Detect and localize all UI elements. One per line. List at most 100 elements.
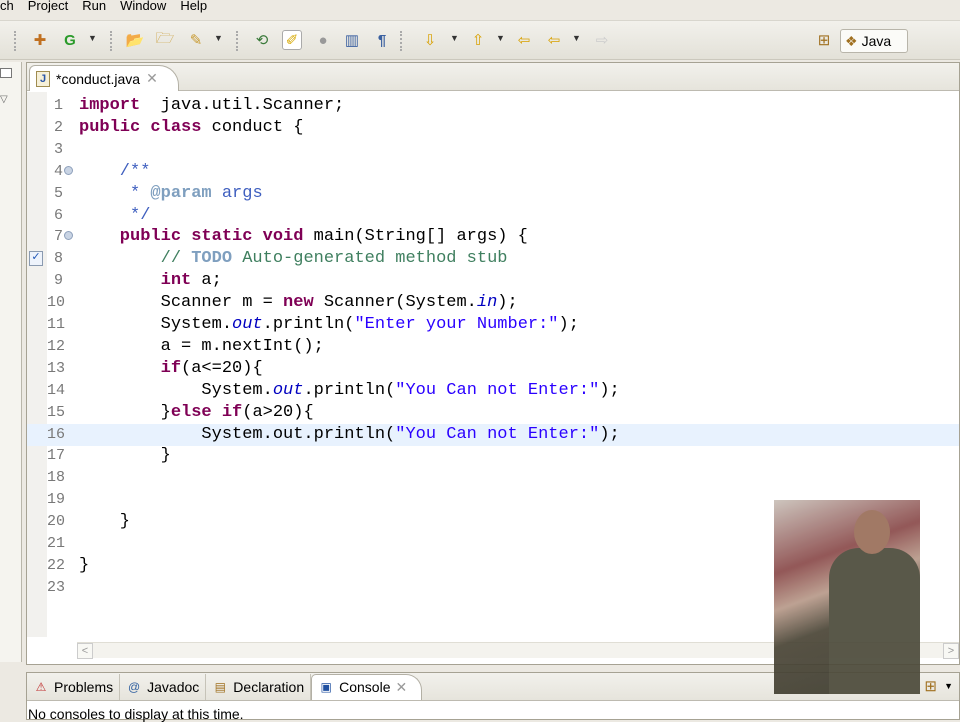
menu-help[interactable]: Help: [180, 0, 215, 17]
run-last-icon[interactable]: ⟲: [252, 30, 272, 50]
fold-toggle-icon[interactable]: [64, 165, 73, 175]
menu-window[interactable]: Window: [120, 0, 174, 17]
code-token: *: [79, 183, 151, 203]
code-line[interactable]: 8 ✓ // TODO Auto-generated method stub: [27, 248, 959, 270]
code-line[interactable]: 4 /**: [27, 161, 959, 183]
code-line[interactable]: 13 if(a<=20){: [27, 358, 959, 380]
toggle-breadcrumb-icon[interactable]: ●: [313, 30, 333, 50]
open-console-icon[interactable]: ⊞: [924, 677, 937, 695]
code-line[interactable]: 6 */: [27, 205, 959, 227]
tab-declaration[interactable]: ▤ Declaration: [206, 673, 312, 700]
toolbar-separator: [400, 31, 402, 51]
mark-occurrences-icon[interactable]: ✐: [282, 30, 302, 50]
line-number: 5: [53, 184, 63, 202]
tab-label: Problems: [54, 678, 114, 695]
code-text: a = m.nextInt();: [79, 336, 324, 358]
close-icon[interactable]: ✕: [146, 70, 158, 87]
code-token: @param: [150, 183, 212, 203]
code-line[interactable]: 7 public static void main(String[] args)…: [27, 226, 959, 248]
webcam-overlay: [774, 500, 920, 694]
next-annotation-icon[interactable]: ⇩: [420, 30, 440, 50]
code-line[interactable]: 12 a = m.nextInt();: [27, 336, 959, 358]
chevron-down-icon[interactable]: ▼: [450, 33, 459, 43]
code-text: * @param args: [79, 183, 263, 205]
code-token: );: [497, 293, 518, 313]
chevron-down-icon[interactable]: ▼: [214, 33, 223, 43]
code-line[interactable]: 1 import java.util.Scanner;: [27, 95, 959, 117]
scroll-right-icon[interactable]: >: [943, 643, 959, 659]
chevron-down-icon[interactable]: ▼: [496, 33, 505, 43]
java-perspective-icon: ❖: [845, 32, 858, 49]
tab-problems[interactable]: ⚠ Problems: [27, 673, 121, 700]
chevron-down-icon[interactable]: ▼: [572, 33, 581, 43]
tab-conduct-java[interactable]: J *conduct.java ✕: [29, 65, 179, 91]
back-icon[interactable]: ⇦: [544, 30, 564, 50]
code-line[interactable]: 3: [27, 139, 959, 161]
editor-tab-bar: J *conduct.java ✕: [27, 63, 959, 91]
code-token: );: [599, 380, 620, 400]
code-line[interactable]: 5 * @param args: [27, 183, 959, 205]
code-text: System.out.println("Enter your Number:")…: [79, 314, 579, 336]
close-icon[interactable]: ✕: [396, 679, 408, 696]
chevron-down-icon[interactable]: ▼: [944, 681, 953, 691]
show-whitespace-icon[interactable]: ▥: [342, 30, 362, 50]
tab-label: Javadoc: [147, 678, 200, 695]
code-line[interactable]: 11 System.out.println("Enter your Number…: [27, 314, 959, 336]
line-number: 16: [47, 425, 66, 443]
code-line[interactable]: 15 }else if(a>20){: [27, 402, 959, 424]
left-panel-minimized[interactable]: ▽: [0, 62, 22, 662]
menu-search[interactable]: ch: [0, 0, 22, 17]
view-menu-icon[interactable]: ▽: [0, 94, 8, 105]
line-number: 21: [47, 535, 66, 552]
code-text: System.out.println("You Can not Enter:")…: [79, 380, 620, 402]
code-token: "You Can not Enter:": [395, 380, 600, 400]
menu-project[interactable]: Project: [28, 0, 76, 17]
pilcrow-icon[interactable]: ¶: [372, 30, 392, 50]
open-type-icon[interactable]: 📂: [125, 30, 145, 50]
perspective-label: Java: [861, 33, 892, 49]
forward-icon[interactable]: ⇨: [592, 30, 612, 50]
code-token: (a>20){: [242, 402, 314, 422]
code-line[interactable]: 18: [27, 467, 959, 489]
last-edit-icon[interactable]: ⇦: [514, 30, 534, 50]
menu-run[interactable]: Run: [82, 0, 114, 17]
tab-javadoc[interactable]: @ Javadoc: [120, 673, 207, 700]
line-number: 2: [53, 118, 63, 136]
console-icon: ▣: [320, 680, 332, 694]
person-face: [854, 510, 890, 554]
search-icon[interactable]: ✎: [186, 30, 206, 50]
menu-bar: ch Project Run Window Help: [0, 0, 960, 17]
task-marker-icon[interactable]: ✓: [29, 251, 43, 267]
previous-annotation-icon[interactable]: ⇧: [468, 30, 488, 50]
open-folder-icon[interactable]: 🗁: [155, 30, 175, 50]
code-line[interactable]: 16 System.out.println("You Can not Enter…: [27, 423, 959, 446]
code-token: Auto-generated method stub: [232, 249, 508, 269]
scroll-left-icon[interactable]: <: [77, 643, 93, 659]
code-line[interactable]: 14 System.out.println("You Can not Enter…: [27, 380, 959, 402]
code-line[interactable]: 10 Scanner m = new Scanner(System.in);: [27, 292, 959, 314]
code-text: System.out.println("You Can not Enter:")…: [79, 424, 620, 446]
code-line[interactable]: 9 int a;: [27, 270, 959, 292]
console-status: No consoles to display at this time.: [28, 706, 244, 722]
code-token: if: [79, 358, 182, 378]
restore-icon[interactable]: [0, 68, 12, 78]
new-java-package-icon[interactable]: ✚: [30, 30, 50, 50]
java-perspective-button[interactable]: ❖ Java: [840, 29, 908, 53]
code-text: }: [79, 511, 130, 533]
new-class-icon[interactable]: G: [60, 30, 80, 50]
tab-label: Console: [339, 679, 391, 695]
code-token: Scanner(System.: [313, 293, 477, 313]
code-line[interactable]: 2 public class conduct {: [27, 117, 959, 139]
chevron-down-icon[interactable]: ▼: [88, 33, 97, 43]
code-token: );: [599, 424, 620, 444]
line-number: 1: [53, 97, 63, 114]
code-token: .println(: [262, 315, 355, 334]
code-line[interactable]: 17 }: [27, 445, 959, 467]
tab-console[interactable]: ▣ Console ✕: [311, 673, 423, 700]
code-token: /**: [79, 161, 151, 181]
code-text: public static void main(String[] args) {: [79, 226, 528, 248]
toolbar-separator: [14, 31, 16, 51]
fold-toggle-icon[interactable]: [64, 231, 73, 241]
open-perspective-icon[interactable]: ⊞: [814, 30, 834, 50]
code-token: public static void: [79, 227, 304, 247]
